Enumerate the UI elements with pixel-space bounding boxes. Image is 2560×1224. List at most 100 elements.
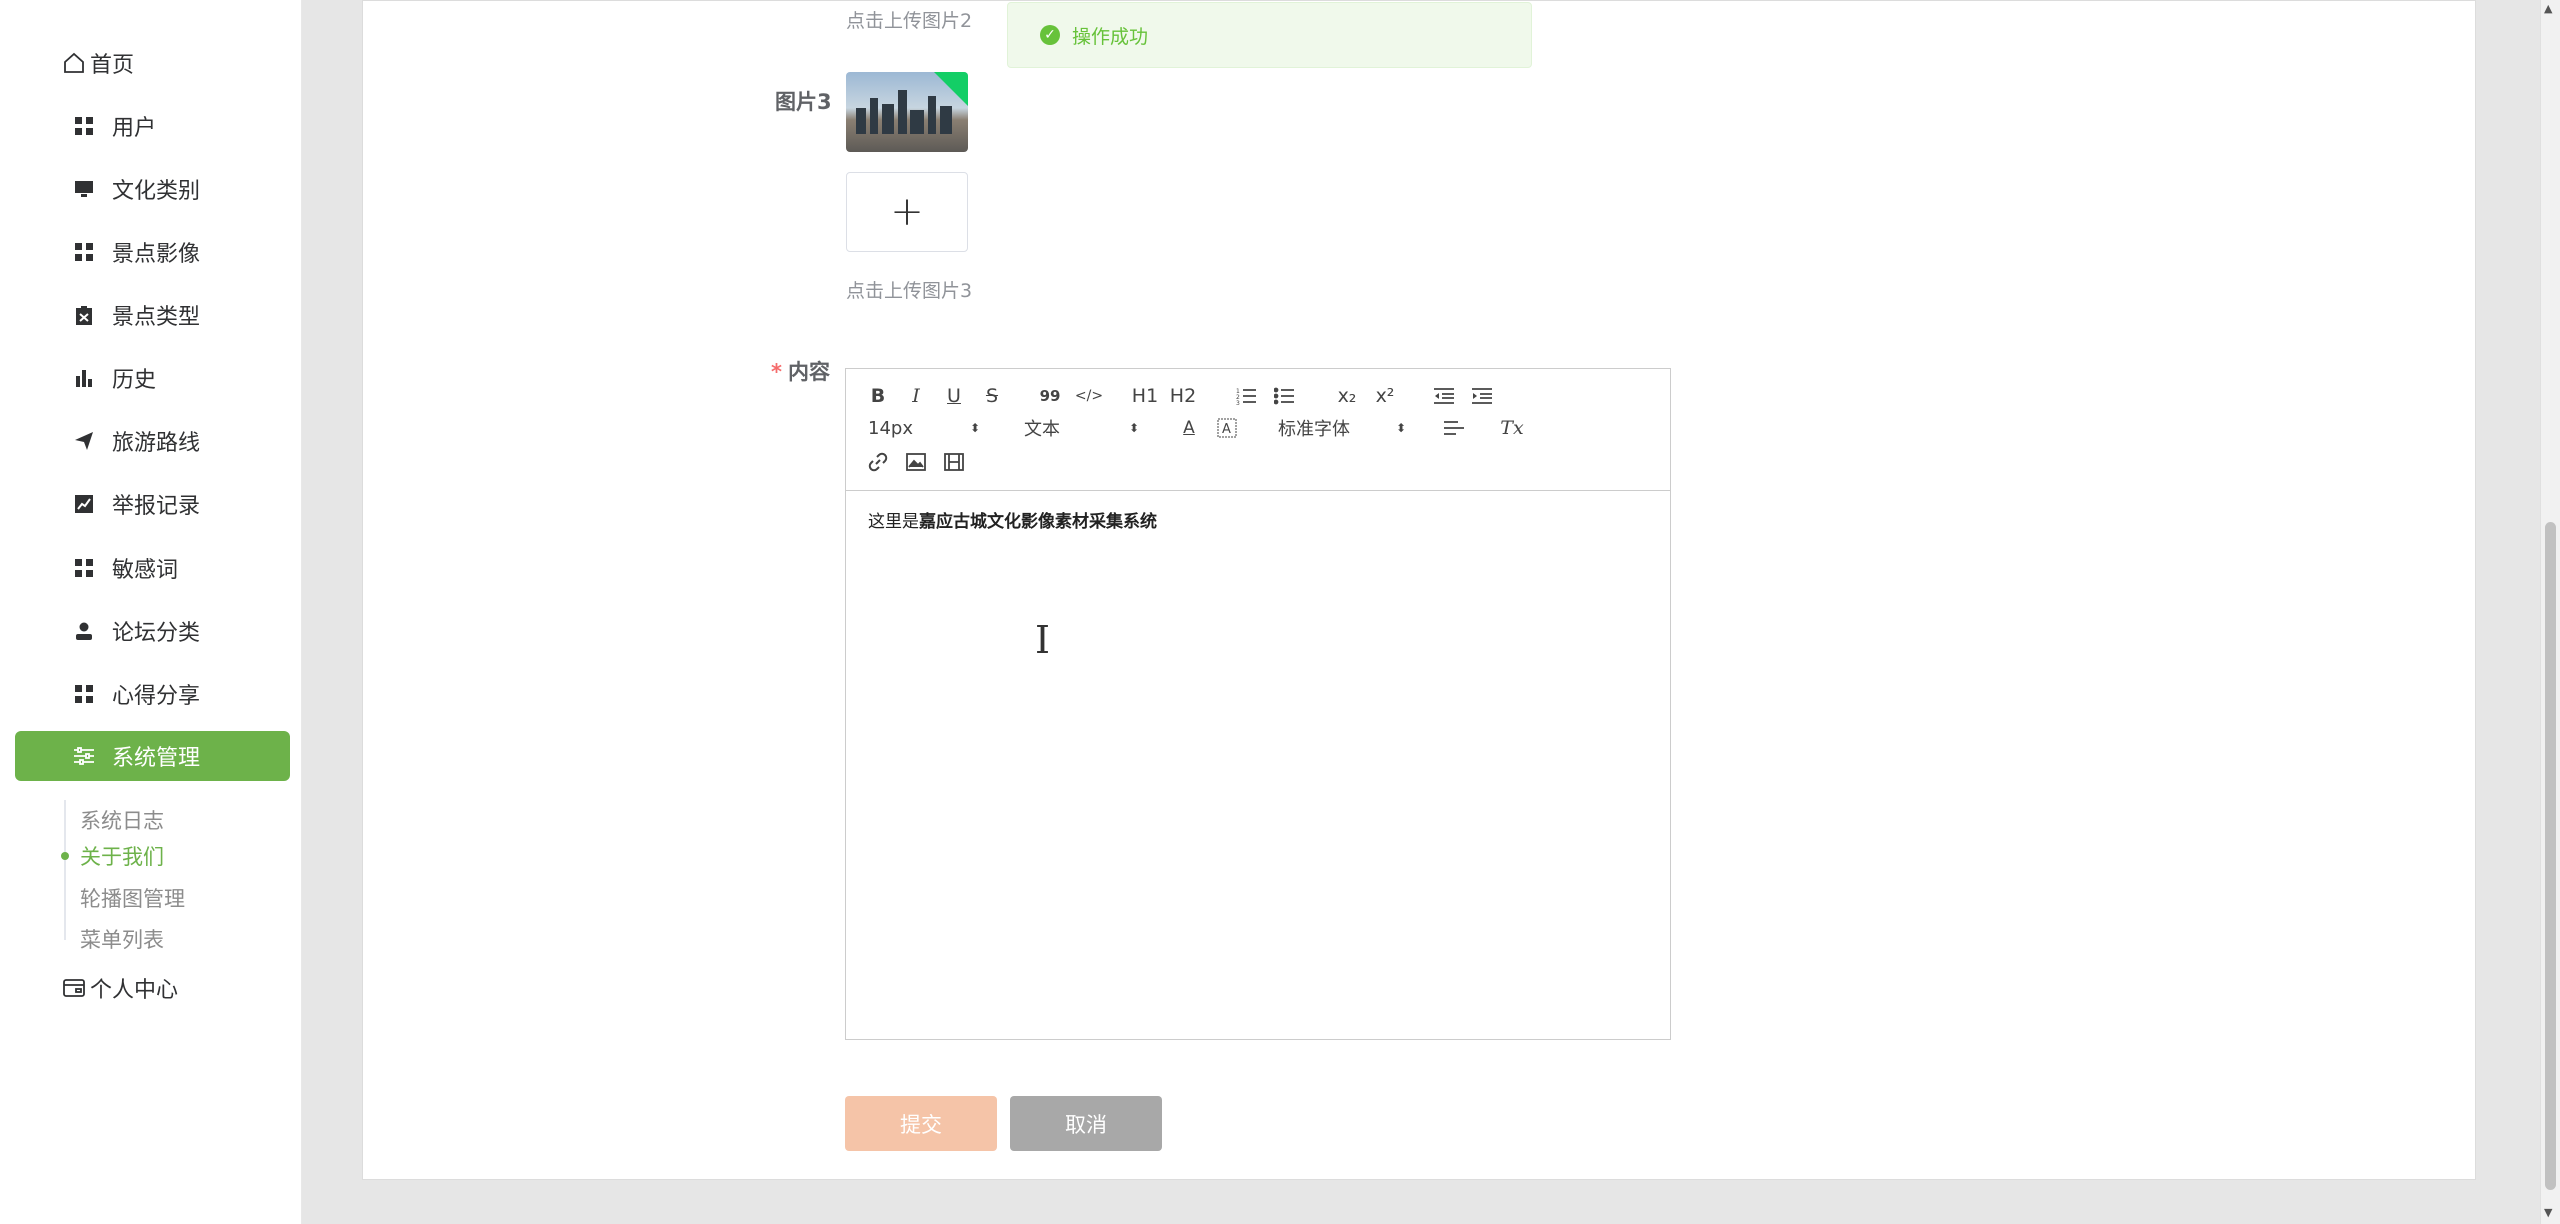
sidebar-item-experience-sharing[interactable]: 心得分享 (15, 669, 290, 719)
sidebar-item-sensitive-words[interactable]: 敏感词 (15, 543, 290, 593)
upload-image3-button[interactable]: + (846, 172, 968, 252)
sidebar-item-personal-center[interactable]: 个人中心 (15, 963, 290, 1013)
content-label-text: 内容 (787, 360, 830, 384)
content-label: * 内容 (771, 356, 830, 386)
required-mark: * (771, 360, 782, 384)
scroll-thumb[interactable] (2545, 522, 2556, 1190)
background-color-button[interactable]: A (1214, 415, 1240, 441)
submenu-item-carousel[interactable]: 轮播图管理 (80, 878, 185, 918)
scroll-up-icon[interactable]: ▲ (2544, 2, 2552, 15)
send-icon (70, 427, 98, 455)
editor-content[interactable]: 这里是嘉应古城文化影像素材采集系统 (868, 507, 1157, 532)
image3-thumbnail[interactable] (846, 72, 968, 152)
bold-button[interactable]: B (864, 383, 892, 409)
sidebar-item-system-management[interactable]: 系统管理 (15, 731, 290, 781)
thumbnail-building (940, 106, 952, 134)
sidebar-item-label: 系统管理 (112, 746, 201, 771)
svg-text:3: 3 (1236, 400, 1240, 405)
text-cursor-icon: I (1035, 618, 1051, 662)
image3-label: 图片3 (775, 90, 832, 114)
sidebar-item-forum-categories[interactable]: 论坛分类 (15, 606, 290, 656)
sidebar-item-label: 旅游路线 (112, 431, 201, 456)
sidebar-item-culture-category[interactable]: 文化类别 (15, 164, 290, 214)
monitor-icon (70, 175, 98, 203)
plus-icon: + (890, 189, 924, 235)
sidebar-item-users[interactable]: 用户 (15, 101, 290, 151)
grid-icon (70, 238, 98, 266)
thumbnail-building (898, 90, 907, 134)
submenu-item-menu-list[interactable]: 菜单列表 (80, 919, 164, 959)
sidebar-item-label: 个人中心 (90, 978, 179, 1003)
outdent-button[interactable] (1430, 383, 1458, 409)
content-prefix: 这里是 (868, 512, 919, 532)
ordered-list-button[interactable]: 123 (1232, 383, 1260, 409)
video-button[interactable] (940, 449, 968, 475)
italic-button[interactable]: I (902, 383, 930, 409)
blockquote-button[interactable]: 99 (1036, 383, 1064, 409)
upload-image3-hint: 点击上传图片3 (846, 280, 973, 302)
font-family-select[interactable]: 标准字体 ⬍ (1278, 415, 1406, 441)
cancel-button[interactable]: 取消 (1010, 1096, 1162, 1151)
indent-button[interactable] (1468, 383, 1496, 409)
code-block-button[interactable]: </> (1074, 383, 1104, 409)
submit-button[interactable]: 提交 (845, 1096, 997, 1151)
header-value: 文本 (1024, 419, 1060, 440)
bar-chart-icon (70, 364, 98, 392)
clean-format-button[interactable]: Tx (1498, 415, 1526, 441)
toast-message: 操作成功 (1072, 25, 1149, 48)
sidebar-item-label: 敏感词 (112, 558, 179, 583)
font-size-select[interactable]: 14px ⬍ (868, 415, 980, 441)
bullet-list-button[interactable] (1270, 383, 1298, 409)
link-button[interactable] (864, 449, 892, 475)
sidebar-item-label: 用户 (112, 116, 157, 141)
grid-icon (70, 680, 98, 708)
active-dot-icon (61, 852, 69, 860)
underline-button[interactable]: U (940, 383, 968, 409)
align-button[interactable] (1440, 415, 1468, 441)
select-arrows-icon: ⬍ (1395, 421, 1406, 435)
thumbnail-building (882, 104, 894, 134)
sidebar-item-scenic-types[interactable]: 景点类型 (15, 290, 290, 340)
clipboard-icon (70, 301, 98, 329)
sidebar-item-history[interactable]: 历史 (15, 353, 290, 403)
thumbnail-building (870, 98, 878, 134)
success-toast: ✓ 操作成功 (1007, 2, 1532, 68)
sidebar-item-label: 历史 (112, 368, 157, 393)
upload-success-corner-icon (934, 72, 968, 106)
header2-button[interactable]: H2 (1168, 383, 1198, 409)
editor-toolbar: B I U S 99 </> H1 H2 123 x₂ x² 14px ⬍ 文本… (846, 369, 1670, 491)
user-icon (70, 617, 98, 645)
sidebar-item-reports[interactable]: 举报记录 (15, 479, 290, 529)
sidebar-item-home[interactable]: 首页 (15, 38, 290, 88)
font-color-button[interactable]: A (1176, 415, 1202, 441)
sidebar-item-label: 景点类型 (112, 305, 201, 330)
wallet-icon (60, 974, 88, 1002)
image-button[interactable] (902, 449, 930, 475)
sidebar-item-label: 景点影像 (112, 242, 201, 267)
success-check-icon: ✓ (1040, 25, 1060, 45)
submenu-item-about-us[interactable]: 关于我们 (80, 836, 164, 876)
strike-button[interactable]: S (978, 383, 1006, 409)
line-chart-icon (70, 490, 98, 518)
submenu-divider-line (64, 800, 66, 940)
sidebar-item-scenic-images[interactable]: 景点影像 (15, 227, 290, 277)
font-size-value: 14px (868, 417, 913, 439)
submenu-item-system-log[interactable]: 系统日志 (80, 800, 164, 840)
header-select[interactable]: 文本 ⬍ (1024, 415, 1139, 441)
svg-text:A: A (1222, 422, 1231, 437)
select-arrows-icon: ⬍ (1128, 421, 1139, 435)
sliders-icon (70, 742, 98, 770)
sidebar-item-label: 文化类别 (112, 179, 201, 204)
sidebar: 首页 用户 文化类别 景点影像 景点类型 历史 旅游路线 举报记录 敏感词 论坛… (0, 0, 302, 1224)
sidebar-item-label: 论坛分类 (112, 621, 201, 646)
content-bold-text: 嘉应古城文化影像素材采集系统 (919, 512, 1157, 532)
upload-image2-hint: 点击上传图片2 (846, 10, 973, 32)
rich-text-editor: B I U S 99 </> H1 H2 123 x₂ x² 14px ⬍ 文本… (845, 368, 1671, 1040)
scroll-down-icon[interactable]: ▼ (2544, 1206, 2552, 1219)
page-scrollbar[interactable]: ▲ ▼ (2540, 0, 2560, 1224)
sidebar-item-travel-routes[interactable]: 旅游路线 (15, 416, 290, 466)
subscript-button[interactable]: x₂ (1332, 383, 1362, 409)
grid-icon (70, 112, 98, 140)
superscript-button[interactable]: x² (1370, 383, 1400, 409)
header1-button[interactable]: H1 (1130, 383, 1160, 409)
